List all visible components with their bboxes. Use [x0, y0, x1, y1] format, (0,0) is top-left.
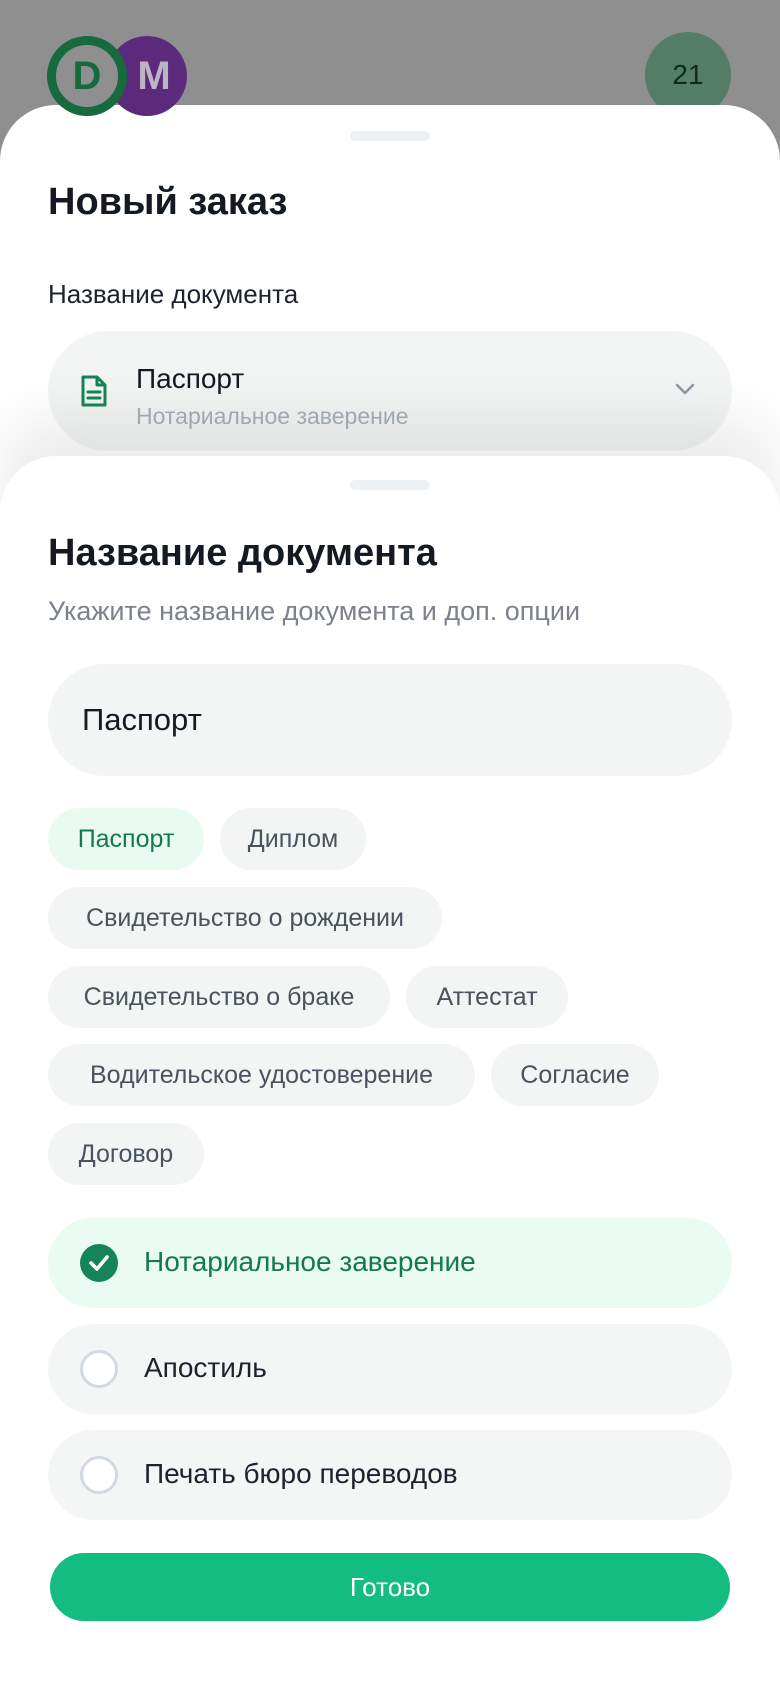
document-name-sheet: Название документа Укажите название доку…	[0, 456, 780, 1688]
sheet-subtitle: Укажите название документа и доп. опции	[48, 596, 581, 626]
logo-letter-d: D	[72, 53, 102, 98]
app-logo: D M	[47, 36, 197, 116]
document-field-label: Название документа	[48, 279, 299, 309]
option-label: Апостиль	[144, 1352, 267, 1383]
document-select[interactable]: Паспорт Нотариальное заверение	[48, 331, 732, 451]
logo-letter-m: M	[137, 53, 171, 98]
option-label: Печать бюро переводов	[144, 1458, 458, 1489]
chip-passport[interactable]: Паспорт	[48, 808, 204, 870]
option-label: Нотариальное заверение	[144, 1246, 476, 1277]
document-icon	[81, 375, 107, 407]
chip-consent[interactable]: Согласие	[491, 1044, 659, 1106]
check-icon	[89, 1255, 109, 1271]
selected-document-option: Нотариальное заверение	[136, 403, 409, 429]
option-notarization[interactable]: Нотариальное заверение	[48, 1218, 732, 1308]
chip-marriage-certificate[interactable]: Свидетельство о браке	[48, 966, 390, 1028]
checkbox-checked[interactable]	[80, 1244, 118, 1282]
chip-driver-license[interactable]: Водительское удостоверение	[48, 1044, 475, 1106]
sheet-title: Новый заказ	[48, 181, 288, 223]
option-apostille[interactable]: Апостиль	[48, 1324, 732, 1414]
logo-d-mark: D	[47, 36, 127, 116]
document-name-input[interactable]	[48, 664, 732, 776]
sheet-drag-handle[interactable]	[350, 131, 430, 141]
selected-document-name: Паспорт	[136, 363, 245, 394]
chip-birth-certificate[interactable]: Свидетельство о рождении	[48, 887, 442, 949]
chevron-down-icon[interactable]	[674, 381, 696, 397]
sheet-drag-handle[interactable]	[350, 480, 430, 490]
chip-diploma[interactable]: Диплом	[220, 808, 366, 870]
chip-attestat[interactable]: Аттестат	[406, 966, 568, 1028]
chip-contract[interactable]: Договор	[48, 1123, 204, 1185]
radio-unchecked[interactable]	[80, 1350, 118, 1388]
option-bureau-stamp[interactable]: Печать бюро переводов	[48, 1430, 732, 1520]
radio-unchecked[interactable]	[80, 1456, 118, 1494]
done-button[interactable]: Готово	[50, 1553, 730, 1621]
sheet-title: Название документа	[48, 532, 437, 574]
